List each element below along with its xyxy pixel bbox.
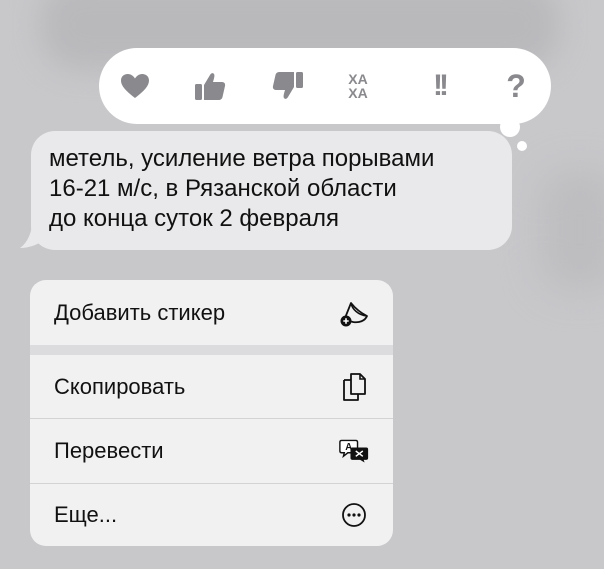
message-text: метель, усиление ветра порывами 16-21 м/… — [49, 145, 435, 232]
sticker-icon — [339, 298, 369, 328]
tapback-bar: ХА ХА !! ? — [99, 48, 551, 124]
copy-menu-item[interactable]: Скопировать — [30, 355, 393, 418]
translate-icon: A — [339, 436, 369, 466]
tapback-tail-dot — [517, 141, 527, 151]
haha-line-2: ХА — [348, 85, 368, 101]
blurred-background — [540, 170, 604, 290]
more-label: Еще... — [54, 502, 118, 527]
context-menu: Добавить стикер Скопировать Перевести A … — [30, 280, 393, 546]
copy-icon — [339, 372, 369, 402]
add-sticker-menu-item[interactable]: Добавить стикер — [30, 280, 393, 345]
emphasize-icon[interactable]: !! — [417, 48, 461, 124]
thumbs-up-icon[interactable] — [188, 48, 232, 124]
more-menu-item[interactable]: Еще... — [30, 484, 393, 546]
menu-separator — [30, 345, 393, 355]
add-sticker-label: Добавить стикер — [54, 299, 226, 325]
ellipsis-circle-icon — [339, 500, 369, 530]
copy-label: Скопировать — [54, 373, 186, 399]
haha-line-1: ХА — [348, 71, 368, 87]
haha-icon[interactable]: ХА ХА — [336, 48, 380, 124]
translate-menu-item[interactable]: Перевести A — [30, 419, 393, 483]
thumbs-down-icon[interactable] — [266, 48, 310, 124]
translate-label: Перевести — [54, 438, 164, 463]
question-icon[interactable]: ? — [494, 48, 538, 124]
heart-icon[interactable] — [113, 48, 157, 124]
emphasize-glyph: !! — [433, 69, 449, 102]
tapback-tail — [500, 117, 520, 137]
question-glyph: ? — [506, 67, 526, 104]
